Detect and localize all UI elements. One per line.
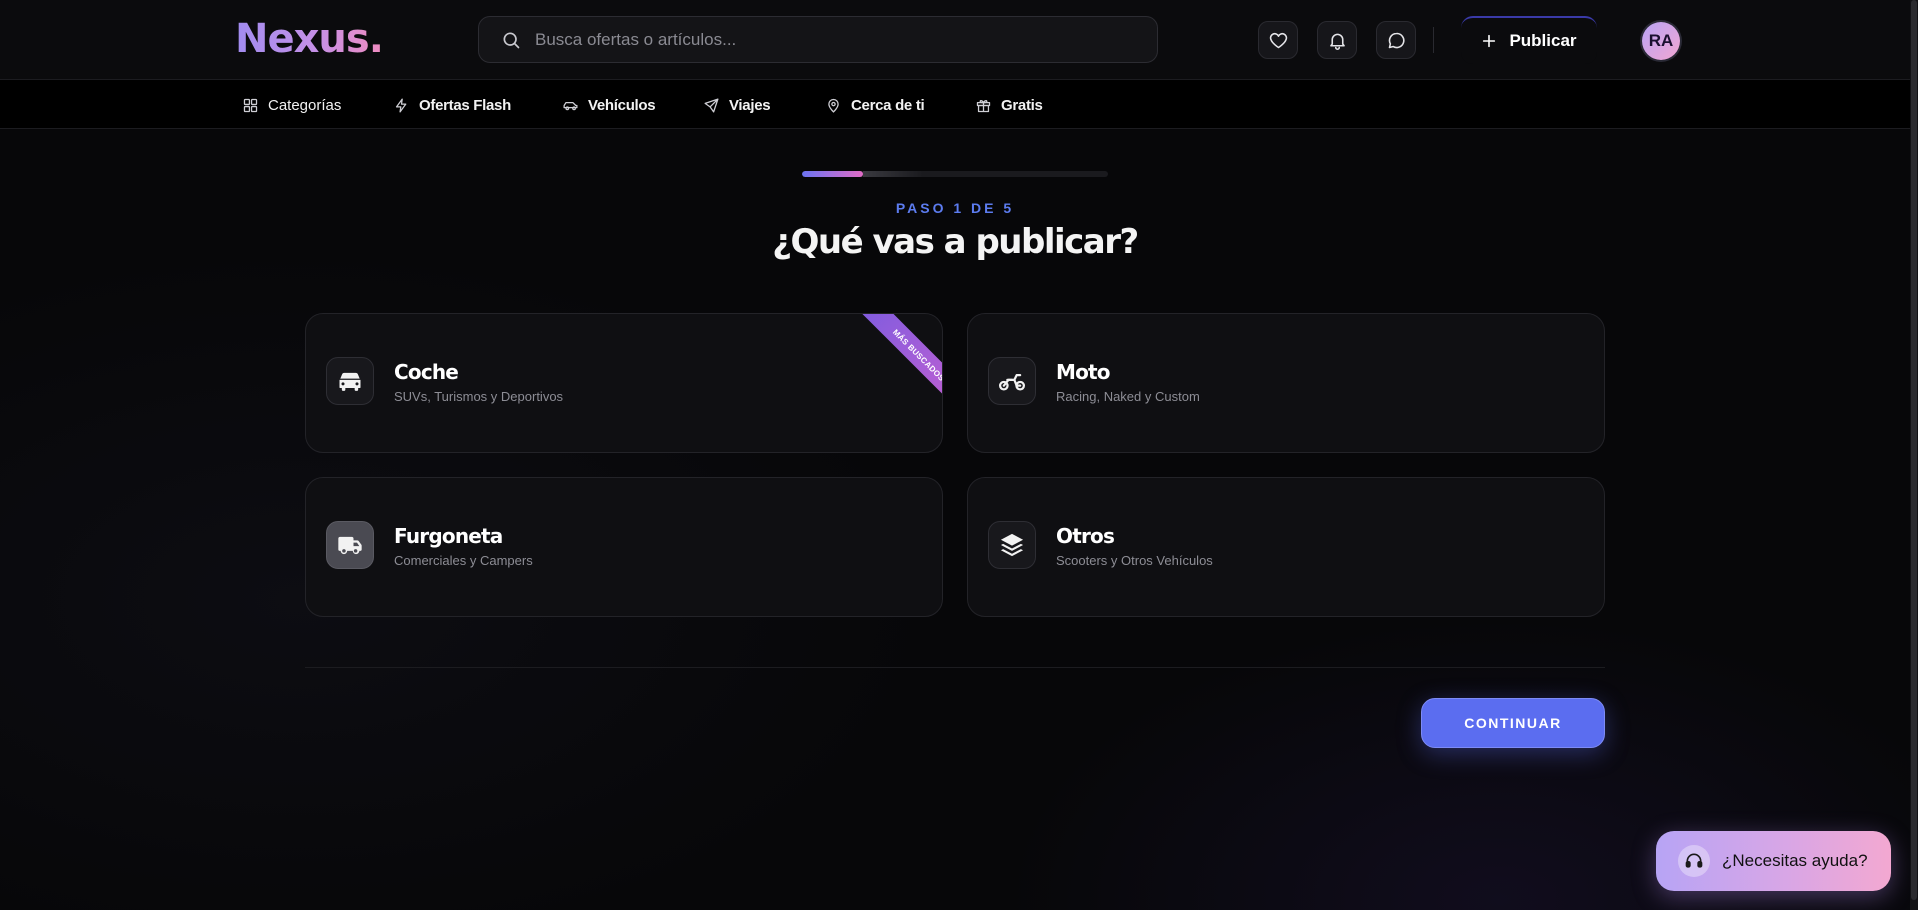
gift-icon bbox=[976, 99, 991, 112]
option-title: Otros bbox=[1056, 524, 1115, 548]
search-bar[interactable] bbox=[478, 16, 1158, 63]
bell-icon bbox=[1329, 33, 1345, 50]
step-progress-fade bbox=[863, 171, 924, 177]
step-progress-fill bbox=[802, 171, 864, 177]
headset-icon-wrap bbox=[1678, 845, 1710, 877]
header-divider bbox=[1433, 27, 1434, 53]
option-subtitle: SUVs, Turismos y Deportivos bbox=[394, 389, 564, 404]
page-title: ¿Qué vas a publicar? bbox=[772, 222, 1139, 262]
top-header: Nexus. Publicar RA bbox=[0, 0, 1910, 80]
option-icon-box bbox=[326, 357, 374, 405]
nav-item-categorias[interactable]: Categorías bbox=[242, 94, 341, 116]
nav-item-label: Ofertas Flash bbox=[419, 96, 511, 114]
step-label: PASO 1 DE 5 bbox=[895, 200, 1015, 216]
nav-item-vehiculos[interactable]: Vehículos bbox=[562, 94, 656, 116]
map-pin-icon bbox=[828, 98, 839, 113]
messages-button[interactable] bbox=[1376, 21, 1416, 59]
nav-item-ofertas-flash[interactable]: Ofertas Flash bbox=[393, 94, 511, 116]
motorcycle-icon bbox=[998, 374, 1026, 391]
footer-divider bbox=[305, 667, 1605, 668]
option-icon-box bbox=[988, 357, 1036, 405]
badge-ribbon: MÁS BUSCADOS bbox=[822, 314, 942, 434]
option-subtitle: Scooters y Otros Vehículos bbox=[1056, 553, 1213, 568]
nav-item-label: Cerca de ti bbox=[851, 96, 925, 114]
publish-button[interactable]: Publicar bbox=[1461, 16, 1597, 64]
grid-icon bbox=[243, 98, 258, 112]
favorites-button[interactable] bbox=[1258, 21, 1298, 59]
help-button[interactable]: ¿Necesitas ayuda? bbox=[1656, 831, 1891, 891]
badge-most-searched: MÁS BUSCADOS bbox=[851, 314, 942, 423]
search-icon bbox=[503, 32, 520, 48]
option-title: Furgoneta bbox=[394, 524, 503, 548]
search-input[interactable] bbox=[535, 29, 1095, 50]
nav-item-gratis[interactable]: Gratis bbox=[975, 94, 1043, 116]
nav-item-label: Vehículos bbox=[588, 96, 656, 114]
headset-icon bbox=[1685, 853, 1703, 868]
heart-icon bbox=[1269, 32, 1287, 48]
option-card-furgoneta[interactable]: Furgoneta Comerciales y Campers bbox=[305, 477, 943, 617]
nav-item-label: Viajes bbox=[729, 96, 771, 114]
option-card-coche[interactable]: Coche SUVs, Turismos y Deportivos MÁS BU… bbox=[305, 313, 943, 453]
page-scrollbar[interactable] bbox=[1910, 0, 1918, 910]
nav-item-cerca-de-ti[interactable]: Cerca de ti bbox=[825, 94, 925, 116]
nav-item-label: Gratis bbox=[1001, 96, 1043, 114]
option-title: Coche bbox=[394, 360, 459, 384]
lightning-icon bbox=[395, 97, 407, 113]
option-icon-box bbox=[988, 521, 1036, 569]
option-card-otros[interactable]: Otros Scooters y Otros Vehículos bbox=[967, 477, 1605, 617]
option-title: Moto bbox=[1056, 360, 1111, 384]
nav-item-viajes[interactable]: Viajes bbox=[703, 94, 771, 116]
option-subtitle: Racing, Naked y Custom bbox=[1056, 389, 1200, 404]
plane-icon bbox=[704, 97, 719, 113]
continue-button[interactable]: CONTINUAR bbox=[1421, 698, 1605, 748]
notifications-button[interactable] bbox=[1317, 21, 1357, 59]
plus-icon bbox=[1483, 34, 1496, 48]
layers-icon bbox=[1000, 533, 1024, 557]
option-card-moto[interactable]: Moto Racing, Naked y Custom bbox=[967, 313, 1605, 453]
step-progress-bar bbox=[802, 171, 1108, 177]
truck-icon bbox=[338, 536, 362, 555]
chat-bubble-icon bbox=[1388, 32, 1405, 48]
car-icon bbox=[339, 372, 361, 391]
publish-label: Publicar bbox=[1509, 31, 1577, 50]
help-label: ¿Necesitas ayuda? bbox=[1722, 851, 1868, 870]
logo[interactable]: Nexus. bbox=[235, 16, 384, 62]
avatar[interactable]: RA bbox=[1642, 22, 1680, 60]
category-nav: Categorías Ofertas Flash Vehículos Viaje… bbox=[0, 80, 1910, 129]
nav-item-label: Categorías bbox=[268, 96, 342, 114]
option-subtitle: Comerciales y Campers bbox=[394, 553, 533, 568]
option-icon-box bbox=[326, 521, 374, 569]
car-icon bbox=[563, 101, 578, 110]
scrollbar-thumb[interactable] bbox=[1911, 0, 1917, 900]
